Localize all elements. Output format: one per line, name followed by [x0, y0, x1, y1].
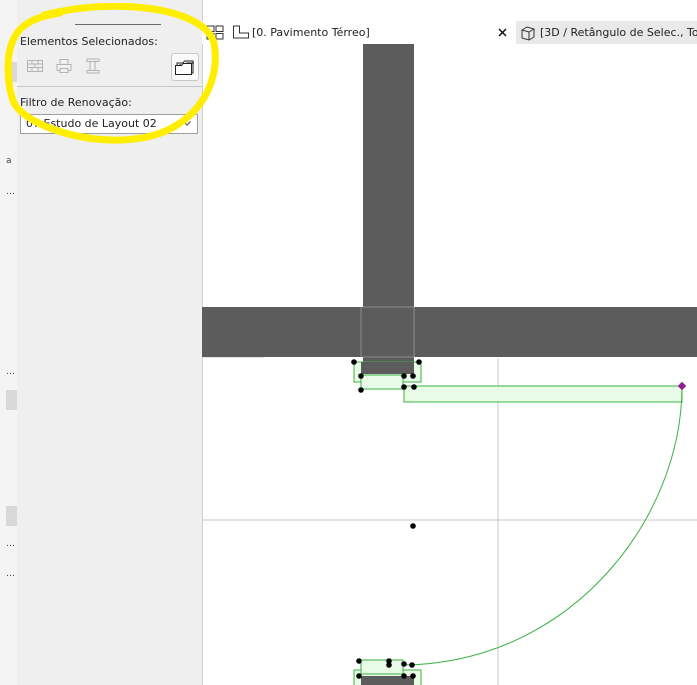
renovation-panel: Elementos Selecionados: Filtro de Renova…	[17, 0, 203, 685]
door-frame[interactable]	[360, 374, 404, 390]
column-tool-button[interactable]	[82, 55, 104, 77]
renovation-filter-value: 07 Estudo de Layout 02	[26, 117, 157, 130]
strip-dot: …	[6, 539, 15, 549]
print-tool-button[interactable]	[53, 55, 75, 77]
wall-icon	[27, 60, 43, 72]
3d-cube-icon	[521, 26, 535, 41]
plan-canvas[interactable]	[202, 44, 697, 685]
strip-dot: …	[6, 367, 15, 377]
printer-icon	[56, 59, 72, 73]
chevron-down-icon	[183, 121, 191, 126]
grid-view-icon[interactable]	[206, 25, 224, 40]
jamb-fill	[361, 362, 414, 374]
layers-stack-button[interactable]	[171, 53, 199, 81]
tab-3d-view-label: [3D / Retângulo de Selec., Todo	[540, 26, 697, 39]
layers-stack-icon	[175, 60, 194, 75]
panel-separator	[17, 86, 202, 87]
renovation-filter-select[interactable]: 07 Estudo de Layout 02	[20, 114, 198, 134]
view-tab-bar: [0. Pavimento Térreo] [3D / Retângulo de…	[202, 21, 697, 44]
strip-marker	[6, 62, 17, 82]
selection-hotspots[interactable]	[351, 359, 422, 679]
tab-3d-view[interactable]: [3D / Retângulo de Selec., Todo	[516, 21, 697, 44]
strip-dot: a	[6, 156, 12, 166]
strip-dot: …	[6, 187, 15, 197]
horizontal-wall[interactable]	[202, 307, 697, 357]
strip-marker	[6, 390, 17, 410]
strip-dot: …	[6, 569, 15, 579]
wall-tool-button[interactable]	[24, 55, 46, 77]
door-frame[interactable]	[360, 659, 404, 675]
selected-elements-label: Elementos Selecionados:	[20, 35, 158, 48]
renovation-filter-label: Filtro de Renovação:	[20, 96, 132, 109]
tab-floor-plan[interactable]: [0. Pavimento Térreo]	[232, 21, 432, 44]
panel-divider	[75, 24, 161, 25]
door-swing-arc	[403, 385, 683, 666]
tab-floor-plan-label: [0. Pavimento Térreo]	[252, 26, 370, 39]
floor-plan-icon	[233, 25, 249, 39]
close-icon[interactable]	[498, 28, 507, 37]
strip-marker	[6, 506, 17, 526]
left-edge-strip: a … … … …	[0, 0, 17, 685]
door-leaf[interactable]	[403, 385, 683, 403]
column-icon	[86, 58, 100, 74]
